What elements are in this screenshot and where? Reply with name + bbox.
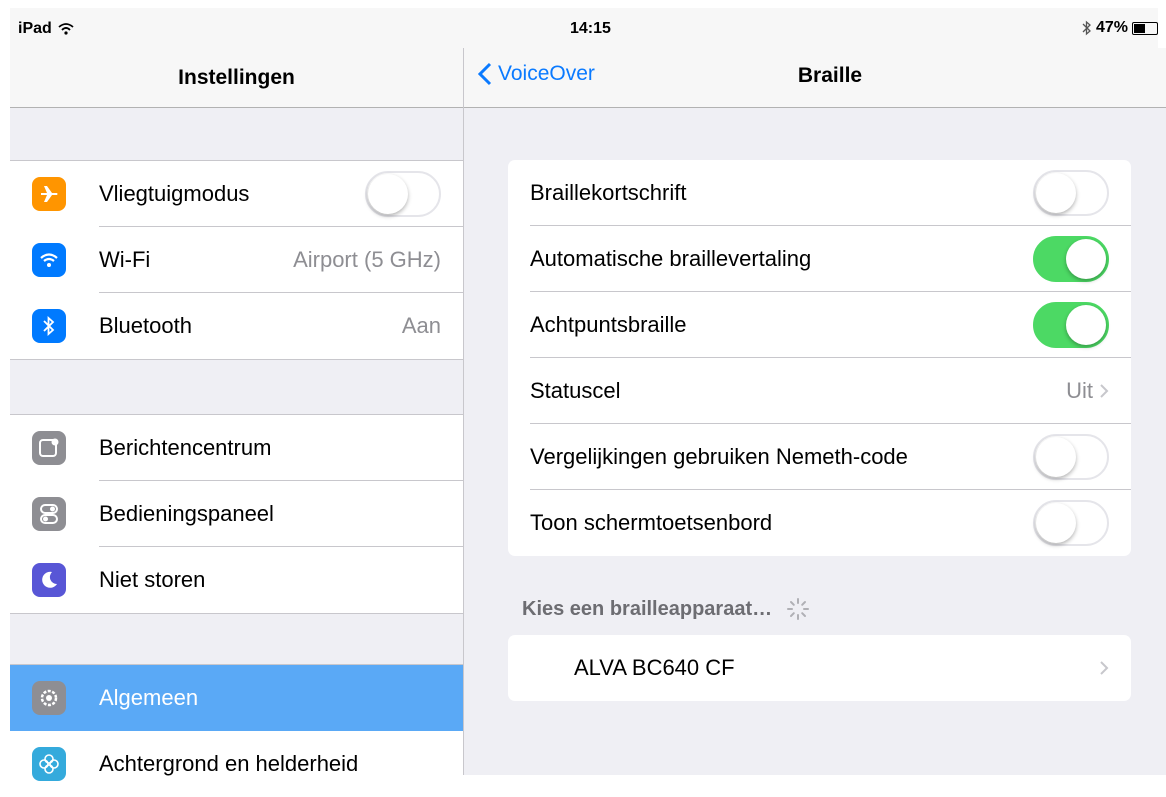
braille-device-list: ALVA BC640 CF: [508, 635, 1131, 701]
setting-row-onscreen-keyboard: Toon schermtoetsenbord: [508, 490, 1131, 556]
setting-row-automatic-translation: Automatische braillevertaling: [508, 226, 1131, 292]
contracted-braille-toggle[interactable]: [1033, 170, 1109, 216]
setting-label: Vergelijkingen gebruiken Nemeth-code: [530, 444, 908, 469]
status-cell-value: Uit: [1066, 378, 1093, 403]
automatic-translation-toggle[interactable]: [1033, 236, 1109, 282]
sidebar-item-notification-center[interactable]: Berichtencentrum: [10, 415, 463, 481]
sidebar-item-bluetooth[interactable]: Bluetooth Aan: [10, 293, 463, 359]
braille-settings-pane: VoiceOver Braille Braillekortschrift Aut…: [464, 48, 1166, 775]
settings-sidebar: Instellingen Vliegtuigmodus Wi-Fi Airpor…: [10, 48, 464, 797]
sidebar-item-airplane-mode[interactable]: Vliegtuigmodus: [10, 161, 463, 227]
sidebar-item-label: Bedieningspaneel: [99, 501, 274, 526]
bluetooth-status-icon: [1082, 20, 1091, 36]
control-center-icon: [32, 497, 66, 531]
setting-label: Braillekortschrift: [530, 180, 687, 205]
page-title: Braille: [797, 64, 863, 87]
sidebar-item-label: Wi-Fi: [99, 247, 151, 272]
bluetooth-status-value: Aan: [401, 313, 441, 338]
sidebar-item-label: Niet storen: [99, 567, 206, 592]
gear-icon: [32, 681, 66, 715]
sidebar-group-connectivity: Vliegtuigmodus Wi-Fi Airport (5 GHz) Blu…: [10, 160, 463, 360]
chevron-right-icon: [1100, 661, 1109, 675]
braille-settings-group: Braillekortschrift Automatische braillev…: [508, 160, 1131, 556]
section-header-label: Kies een brailleapparaat…: [522, 597, 773, 620]
setting-row-nemeth-code: Vergelijkingen gebruiken Nemeth-code: [508, 424, 1131, 490]
sidebar-item-wifi[interactable]: Wi-Fi Airport (5 GHz): [10, 227, 463, 293]
airplane-icon: [32, 177, 66, 211]
status-bar: iPad 14:15 47%: [10, 8, 1158, 48]
sidebar-item-label: Bluetooth: [99, 313, 192, 338]
notification-center-icon: [32, 431, 66, 465]
wifi-icon: [32, 243, 66, 277]
bluetooth-icon: [32, 309, 66, 343]
wifi-network-value: Airport (5 GHz): [293, 247, 441, 272]
device-section-header: Kies een brailleapparaat…: [522, 597, 810, 621]
nemeth-code-toggle[interactable]: [1033, 434, 1109, 480]
sidebar-group-general: Algemeen Achtergrond en helderheid: [10, 664, 463, 797]
setting-label: Statuscel: [530, 378, 621, 403]
wifi-signal-icon: [58, 23, 74, 35]
sidebar-title: Instellingen: [178, 65, 295, 89]
flower-icon: [32, 747, 66, 781]
sidebar-item-do-not-disturb[interactable]: Niet storen: [10, 547, 463, 613]
sidebar-item-label: Berichtencentrum: [99, 435, 272, 460]
sidebar-navbar: Instellingen: [10, 48, 463, 108]
device-label: ALVA BC640 CF: [574, 655, 735, 680]
setting-row-contracted-braille: Braillekortschrift: [508, 160, 1131, 226]
sidebar-item-label: Algemeen: [99, 685, 199, 710]
setting-label: Automatische braillevertaling: [530, 246, 812, 271]
onscreen-keyboard-toggle[interactable]: [1033, 500, 1109, 546]
sidebar-item-label: Vliegtuigmodus: [99, 181, 250, 206]
sidebar-group-system: Berichtencentrum Bedieningspaneel Niet s…: [10, 414, 463, 614]
loading-spinner-icon: [787, 598, 810, 620]
setting-label: Achtpuntsbraille: [530, 312, 687, 337]
battery-icon: [1132, 21, 1158, 35]
eight-dot-braille-toggle[interactable]: [1033, 302, 1109, 348]
sidebar-item-wallpaper-brightness[interactable]: Achtergrond en helderheid: [10, 731, 463, 797]
sidebar-item-label: Achtergrond en helderheid: [99, 751, 359, 776]
braille-device-item[interactable]: ALVA BC640 CF: [508, 635, 1131, 701]
detail-navbar: VoiceOver Braille: [464, 48, 1166, 108]
airplane-mode-toggle[interactable]: [365, 171, 441, 217]
device-name: iPad: [18, 20, 52, 37]
setting-row-status-cell[interactable]: Statuscel Uit: [508, 358, 1131, 424]
setting-label: Toon schermtoetsenbord: [530, 510, 773, 535]
status-time: 14:15: [570, 20, 611, 37]
sidebar-item-control-center[interactable]: Bedieningspaneel: [10, 481, 463, 547]
moon-icon: [32, 563, 66, 597]
setting-row-eight-dot-braille: Achtpuntsbraille: [508, 292, 1131, 358]
chevron-right-icon: [1100, 384, 1109, 398]
battery-percentage: 47%: [1095, 19, 1128, 36]
sidebar-item-general[interactable]: Algemeen: [10, 665, 463, 731]
